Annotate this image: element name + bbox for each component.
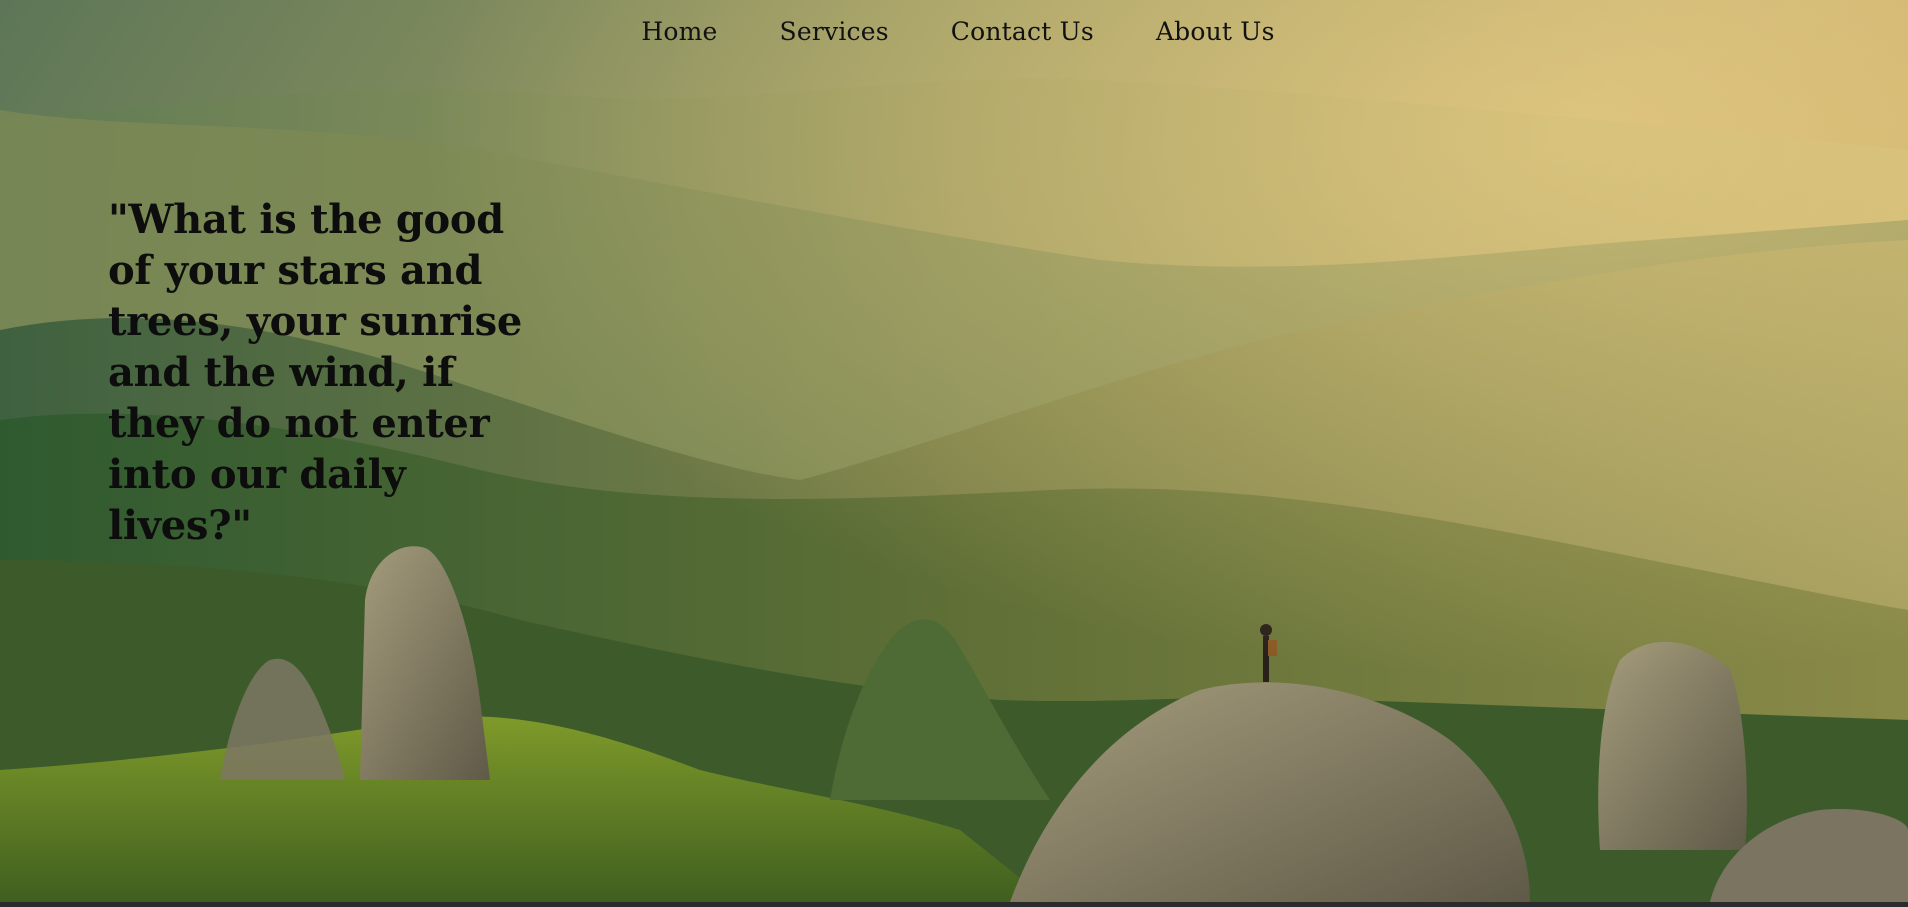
hero-background: Home Services Contact Us About Us "What … <box>0 0 1908 902</box>
nav-services-link[interactable]: Services <box>749 14 920 50</box>
nav-about-us-link[interactable]: About Us <box>1125 14 1306 50</box>
top-navigation: Home Services Contact Us About Us <box>0 14 1908 50</box>
nav-home-link[interactable]: Home <box>610 14 748 50</box>
hero-quote: "What is the good of your stars and tree… <box>108 196 523 549</box>
page-bottom-edge <box>0 902 1908 907</box>
nav-contact-us-link[interactable]: Contact Us <box>920 14 1125 50</box>
